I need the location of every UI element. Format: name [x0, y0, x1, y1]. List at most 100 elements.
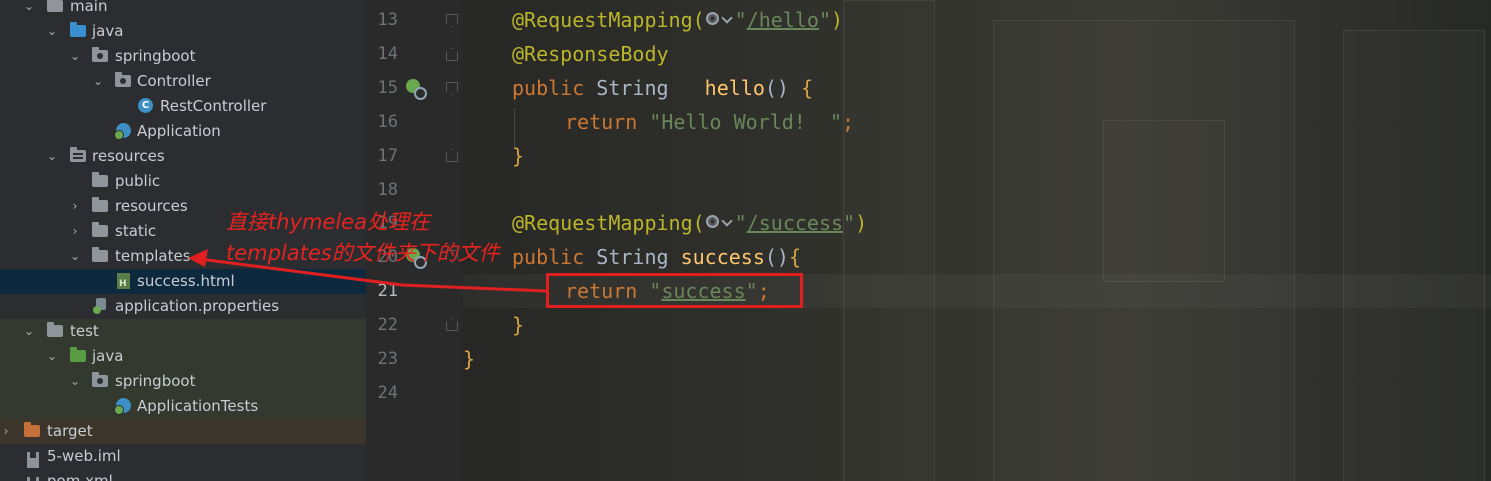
tree-item-label: application.properties — [115, 297, 280, 315]
tree-item-pom-xml[interactable]: pom.xml — [0, 469, 366, 481]
tree-item-resources[interactable]: ⌄ resources — [0, 144, 366, 169]
code-line-22[interactable]: } — [512, 308, 524, 342]
tree-item-applicationtests[interactable]: ApplicationTests — [0, 394, 366, 419]
tree-item-label: 5-web.iml — [47, 447, 121, 465]
code-token: @ResponseBody — [512, 42, 669, 66]
spring-boot-class-icon — [114, 123, 132, 140]
chevron-right-icon[interactable]: › — [69, 194, 81, 219]
chevron-down-icon[interactable]: ⌄ — [46, 344, 58, 369]
tree-item-label: test — [70, 322, 99, 340]
chevron-down-icon[interactable]: ⌄ — [23, 319, 35, 344]
folder-icon — [92, 172, 108, 189]
tree-item-label: resources — [115, 197, 188, 215]
spring-mapping-gutter-icon[interactable] — [406, 79, 428, 101]
fold-marker-icon[interactable] — [446, 149, 458, 162]
tree-item-public[interactable]: public — [0, 169, 366, 194]
code-token: hello — [704, 76, 765, 100]
tree-item-label: main — [70, 0, 108, 15]
fold-marker-icon[interactable] — [446, 48, 458, 61]
background-artwork — [1103, 120, 1225, 282]
annotation-highlight-box — [546, 273, 803, 308]
line-number: 13 — [377, 10, 398, 30]
tree-item-label: Application — [137, 122, 221, 140]
tree-item-test-springboot[interactable]: ⌄ springboot — [0, 369, 366, 394]
tree-item-restcontroller[interactable]: C RestController — [0, 94, 366, 119]
tree-item-java[interactable]: ⌄ java — [0, 19, 366, 44]
chevron-down-icon[interactable]: ⌄ — [69, 244, 81, 269]
url-path-link[interactable]: /hello — [747, 8, 819, 32]
tree-item-web-iml[interactable]: 5-web.iml — [0, 444, 366, 469]
code-token: return — [565, 110, 638, 134]
line-number: 16 — [377, 112, 398, 132]
package-icon — [92, 372, 108, 389]
code-token: " — [843, 211, 856, 235]
chevron-down-icon[interactable]: ⌄ — [46, 19, 58, 44]
tree-item-label: success.html — [137, 272, 235, 290]
tree-item-label: static — [115, 222, 157, 240]
annotation-line-2: templates的文件夹下的文件 — [226, 241, 500, 265]
chevron-down-icon[interactable]: ⌄ — [92, 69, 104, 94]
chevron-right-icon[interactable]: › — [69, 219, 81, 244]
maven-file-icon — [25, 473, 41, 481]
code-token: } — [512, 313, 525, 337]
test-source-folder-icon — [70, 347, 86, 364]
url-path-link[interactable]: /success — [747, 211, 843, 235]
code-token: ) — [855, 211, 868, 235]
code-token: } — [463, 347, 476, 371]
line-number-current: 21 — [377, 281, 398, 301]
line-number: 18 — [377, 180, 398, 200]
code-token: success — [680, 245, 765, 269]
tree-item-application[interactable]: Application — [0, 119, 366, 144]
package-icon — [92, 47, 108, 64]
folder-icon — [47, 0, 63, 14]
folder-icon — [47, 322, 63, 339]
chevron-down-icon[interactable]: ⌄ — [46, 144, 58, 169]
code-editor[interactable]: @RequestMapping("/hello") @ResponseBody … — [463, 0, 1491, 481]
html-file-icon — [116, 273, 132, 289]
globe-icon[interactable] — [705, 212, 735, 234]
code-line-23[interactable]: } — [463, 342, 475, 376]
fold-marker-icon[interactable] — [446, 82, 458, 95]
line-number: 22 — [377, 315, 398, 335]
line-number: 14 — [377, 44, 398, 64]
fold-marker-icon[interactable] — [446, 14, 458, 27]
excluded-folder-icon — [24, 422, 40, 439]
code-line-13[interactable]: @RequestMapping("/hello") — [512, 3, 843, 37]
code-line-14[interactable]: @ResponseBody — [512, 37, 669, 71]
folder-icon — [92, 222, 108, 239]
chevron-down-icon[interactable]: ⌄ — [69, 44, 81, 69]
globe-icon[interactable] — [705, 9, 735, 31]
code-token: () — [764, 76, 802, 100]
code-token: " — [734, 211, 747, 235]
code-line-16[interactable]: return "Hello World! "; — [565, 105, 854, 139]
chevron-right-icon[interactable]: › — [0, 419, 12, 444]
tree-item-test[interactable]: ⌄ test — [0, 319, 366, 344]
code-token: @RequestMapping( — [512, 8, 705, 32]
annotation-note: 直接thymelea处理在 templates的文件夹下的文件 — [226, 207, 500, 269]
folder-icon — [92, 197, 108, 214]
code-line-15[interactable]: public String hello() { — [512, 71, 813, 105]
chevron-down-icon[interactable]: ⌄ — [23, 0, 35, 19]
tree-item-label: java — [92, 347, 124, 365]
code-token: String — [584, 245, 681, 269]
code-line-17[interactable]: } — [512, 139, 524, 173]
tree-item-test-java[interactable]: ⌄ java — [0, 344, 366, 369]
code-line-20[interactable]: public String success(){ — [512, 240, 801, 274]
tree-item-label: springboot — [115, 47, 196, 65]
code-line-19[interactable]: @RequestMapping( "/success") — [512, 206, 867, 240]
tree-item-success-html[interactable]: success.html — [0, 269, 366, 294]
tree-item-controller[interactable]: ⌄ Controller — [0, 69, 366, 94]
tree-item-label: target — [47, 422, 93, 440]
code-token: @RequestMapping( — [512, 211, 705, 235]
tree-item-springboot[interactable]: ⌄ springboot — [0, 44, 366, 69]
tree-item-main[interactable]: ⌄ main — [0, 0, 366, 19]
code-token: ; — [841, 110, 854, 134]
chevron-down-icon[interactable]: ⌄ — [69, 369, 81, 394]
fold-marker-icon[interactable] — [446, 318, 458, 331]
tree-item-label: ApplicationTests — [137, 397, 259, 415]
tree-item-target[interactable]: › target — [0, 419, 366, 444]
spring-boot-class-icon — [114, 398, 132, 415]
tree-item-application-properties[interactable]: application.properties — [0, 294, 366, 319]
tree-item-label: java — [92, 22, 124, 40]
tree-item-label: resources — [92, 147, 165, 165]
